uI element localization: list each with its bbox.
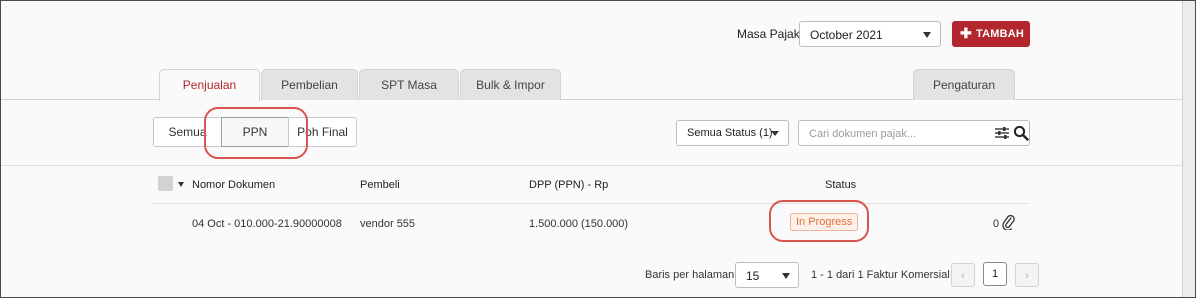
- add-button-label: TAMBAH: [976, 28, 1025, 40]
- paperclip-icon[interactable]: [1001, 214, 1015, 230]
- attachment-count: 0: [993, 218, 1000, 230]
- cell-dpp: 1.500.000 (150.000): [529, 218, 629, 230]
- tab-spt-masa[interactable]: SPT Masa: [359, 69, 459, 100]
- filter-sliders-icon[interactable]: [995, 127, 1009, 139]
- caret-down-icon[interactable]: [178, 182, 184, 187]
- search-box: [798, 120, 1030, 146]
- column-header-dpp[interactable]: DPP (PPN) - Rp: [529, 179, 608, 191]
- scrollbar[interactable]: [1182, 1, 1195, 297]
- cell-nomor: 04 Oct - 010.000-21.90000008: [192, 218, 342, 230]
- rows-per-page-value: 15: [746, 269, 760, 283]
- current-page-button[interactable]: 1: [983, 262, 1007, 286]
- column-header-pembeli[interactable]: Pembeli: [360, 179, 400, 191]
- prev-page-button[interactable]: ‹: [951, 263, 975, 287]
- highlight-annotation: [769, 200, 869, 242]
- row-divider: [153, 203, 1030, 204]
- column-header-nomor[interactable]: Nomor Dokumen: [192, 179, 275, 191]
- caret-down-icon: [782, 273, 790, 279]
- search-input[interactable]: [807, 125, 981, 143]
- add-button[interactable]: ✚ TAMBAH: [952, 21, 1030, 47]
- column-header-status[interactable]: Status: [825, 179, 856, 191]
- period-value: October 2021: [810, 28, 883, 42]
- caret-down-icon: [771, 131, 779, 136]
- caret-down-icon: [923, 32, 931, 38]
- app-frame: Masa Pajak October 2021 ✚ TAMBAH Penjual…: [0, 0, 1196, 298]
- select-all-checkbox[interactable]: [158, 176, 173, 191]
- status-filter[interactable]: Semua Status (1): [676, 120, 789, 146]
- pagination-info: 1 - 1 dari 1 Faktur Komersial: [811, 269, 950, 281]
- cell-pembeli: vendor 555: [360, 218, 416, 230]
- tab-pengaturan[interactable]: Pengaturan: [913, 69, 1015, 100]
- chevron-right-icon: ›: [1025, 268, 1029, 282]
- tab-pembelian[interactable]: Pembelian: [261, 69, 358, 100]
- section-divider: [1, 165, 1182, 166]
- segment-semua-label: Semua: [168, 125, 207, 139]
- next-page-button[interactable]: ›: [1015, 263, 1039, 287]
- search-icon[interactable]: [1013, 125, 1029, 141]
- rows-per-page-label: Baris per halaman:: [645, 269, 738, 281]
- highlight-annotation: [204, 107, 308, 159]
- rows-per-page-select[interactable]: 15: [735, 262, 799, 288]
- period-select[interactable]: October 2021: [799, 21, 941, 47]
- period-label: Masa Pajak: [737, 27, 800, 41]
- tab-penjualan[interactable]: Penjualan: [159, 69, 260, 101]
- plus-icon: ✚: [960, 25, 972, 41]
- chevron-left-icon: ‹: [961, 268, 965, 282]
- status-filter-value: Semua Status (1): [687, 127, 773, 139]
- tab-bulk-impor[interactable]: Bulk & Impor: [460, 69, 561, 100]
